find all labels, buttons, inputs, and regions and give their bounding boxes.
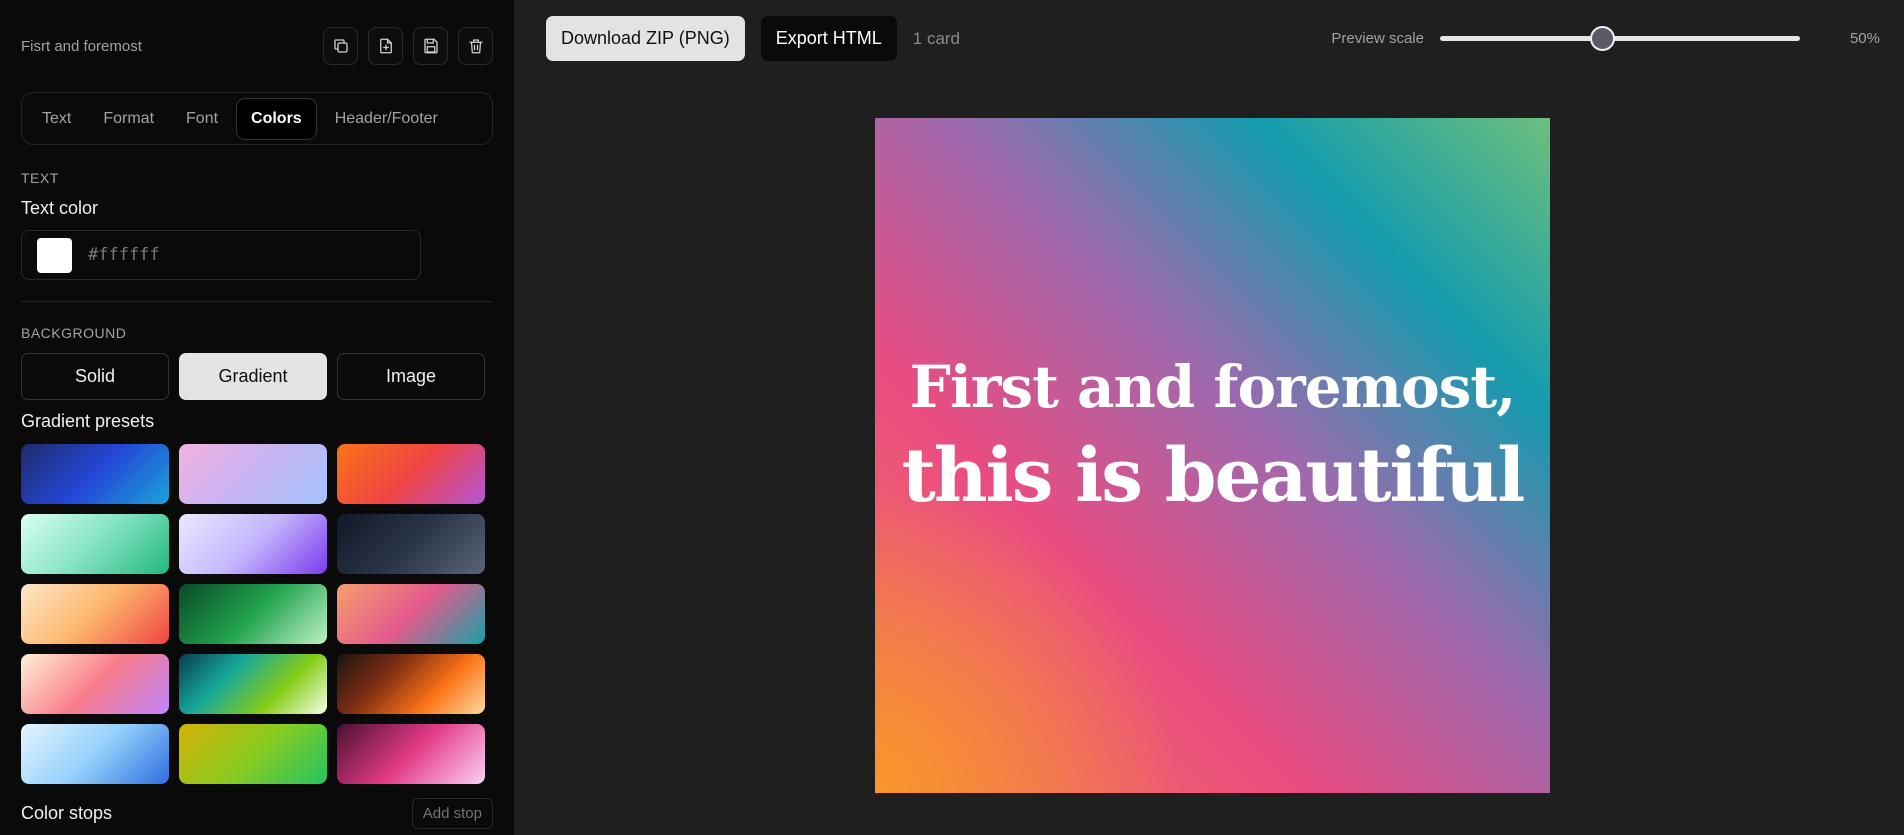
preview-scale-slider[interactable] <box>1439 26 1800 51</box>
text-section-heading: TEXT <box>21 170 59 186</box>
text-color-hex[interactable]: #ffffff <box>88 245 160 265</box>
tab-font[interactable]: Font <box>172 99 232 139</box>
sidebar-header: Fisrt and foremost <box>21 0 493 92</box>
card-line-2: this is beautiful <box>901 432 1526 519</box>
add-stop-button[interactable]: Add stop <box>411 798 493 829</box>
gradient-preset[interactable] <box>179 444 327 504</box>
preview-toolbar: Download ZIP (PNG) Export HTML 1 card Pr… <box>515 0 1904 77</box>
gradient-preset[interactable] <box>337 654 485 714</box>
save-button[interactable] <box>413 27 448 65</box>
new-card-button[interactable] <box>368 27 403 65</box>
bg-image-button[interactable]: Image <box>337 353 485 400</box>
delete-button[interactable] <box>458 27 493 65</box>
bg-gradient-button[interactable]: Gradient <box>179 353 327 400</box>
tab-format[interactable]: Format <box>89 99 168 139</box>
background-mode-toggle: Solid Gradient Image <box>21 353 493 400</box>
gradient-preset[interactable] <box>337 514 485 574</box>
card-line-1: First and foremost, <box>909 352 1517 421</box>
tab-colors[interactable]: Colors <box>236 97 317 140</box>
tab-text[interactable]: Text <box>28 99 85 139</box>
color-stops-label: Color stops <box>21 803 113 823</box>
background-section-heading: BACKGROUND <box>21 325 127 341</box>
gradient-preset[interactable] <box>337 724 485 784</box>
new-file-icon <box>379 38 392 54</box>
export-html-button[interactable]: Export HTML <box>760 16 897 61</box>
color-stops-row: Color stops Add stop <box>21 798 493 829</box>
gradient-preset[interactable] <box>21 444 169 504</box>
gradient-presets-grid <box>21 444 493 784</box>
editor-sidebar: Fisrt and foremost Text Format Font Colo… <box>0 0 515 835</box>
gradient-preset[interactable] <box>21 584 169 644</box>
gradient-preset[interactable] <box>337 584 485 644</box>
bg-solid-button[interactable]: Solid <box>21 353 169 400</box>
deck-title: Fisrt and foremost <box>21 37 142 55</box>
duplicate-icon <box>333 39 348 53</box>
gradient-preset[interactable] <box>179 584 327 644</box>
preview-area: Download ZIP (PNG) Export HTML 1 card Pr… <box>515 0 1904 835</box>
preview-scale-label: Preview scale <box>1331 30 1424 47</box>
gradient-preset[interactable] <box>21 654 169 714</box>
gradient-preset[interactable] <box>21 514 169 574</box>
gradient-preset[interactable] <box>179 654 327 714</box>
text-color-swatch[interactable] <box>37 237 72 273</box>
gradient-preset[interactable] <box>21 724 169 784</box>
section-divider <box>21 301 493 302</box>
text-color-field[interactable]: #ffffff <box>21 230 421 280</box>
duplicate-button[interactable] <box>323 27 358 65</box>
card-preview[interactable]: First and foremost, this is beautiful <box>875 118 1550 793</box>
text-color-label: Text color <box>21 198 99 218</box>
card-count: 1 card <box>912 28 961 48</box>
preview-scale-value: 50% <box>1849 30 1880 47</box>
tab-header-footer[interactable]: Header/Footer <box>321 99 452 139</box>
gradient-preset[interactable] <box>179 724 327 784</box>
gradient-presets-label: Gradient presets <box>21 411 155 431</box>
trash-icon <box>468 39 483 54</box>
download-zip-button[interactable]: Download ZIP (PNG) <box>546 16 745 61</box>
gradient-preset[interactable] <box>337 444 485 504</box>
gradient-preset[interactable] <box>179 514 327 574</box>
card-actions <box>323 27 493 65</box>
save-icon <box>423 38 438 54</box>
editor-tabs: Text Format Font Colors Header/Footer <box>21 92 493 145</box>
preview-scale-control: Preview scale 50% <box>1331 0 1880 77</box>
slider-thumb[interactable] <box>1589 26 1615 51</box>
